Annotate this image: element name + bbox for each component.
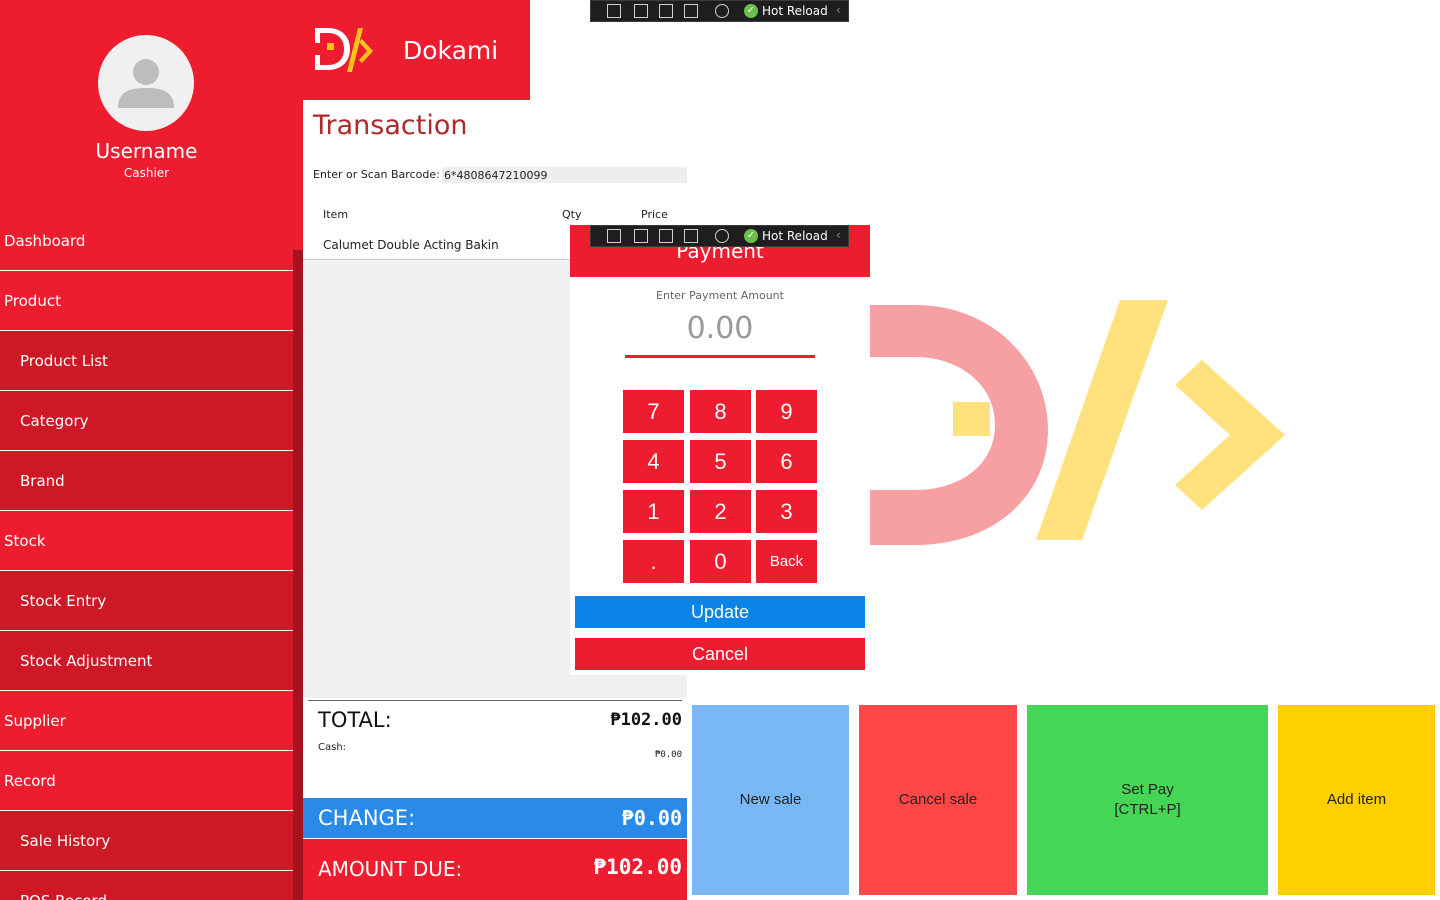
collapse-icon[interactable]: ‹ <box>836 3 841 17</box>
payment-amount-underline <box>625 355 815 358</box>
hot-reload-label[interactable]: Hot Reload <box>762 229 828 243</box>
sidebar-item-brand[interactable]: Brand <box>0 451 293 511</box>
key-0-button[interactable]: 0 <box>690 540 751 583</box>
user-icon <box>118 59 174 108</box>
check-icon: ✓ <box>744 4 758 18</box>
collapse-icon[interactable]: ‹ <box>836 228 841 242</box>
amount-due-value: ₱102.00 <box>593 855 682 879</box>
key-2-button[interactable]: 2 <box>690 490 751 533</box>
user-role: Cashier <box>123 166 170 180</box>
app-header: Dokami <box>303 0 530 100</box>
cash-label: Cash: <box>318 742 347 753</box>
dokami-watermark-icon <box>870 300 1285 545</box>
key-9-button[interactable]: 9 <box>756 390 817 433</box>
set-pay-button[interactable]: Set Pay [CTRL+P] <box>1027 705 1268 895</box>
sidebar-item-stock-entry[interactable]: Stock Entry <box>0 571 293 631</box>
refresh-icon[interactable] <box>715 229 729 243</box>
column-header-qty[interactable]: Qty <box>562 208 581 221</box>
update-button[interactable]: Update <box>575 596 865 628</box>
sidebar-item-sale-history[interactable]: Sale History <box>0 811 293 871</box>
change-value: ₱0.00 <box>621 806 682 830</box>
page-title: Transaction <box>313 110 468 141</box>
column-header-price[interactable]: Price <box>641 208 668 221</box>
add-item-button[interactable]: Add item <box>1278 705 1435 895</box>
debug-toolbar: ✓ Hot Reload ‹ <box>590 0 849 22</box>
key-3-button[interactable]: 3 <box>756 490 817 533</box>
sidebar-item-category[interactable]: Category <box>0 391 293 451</box>
row-item-name: Calumet Double Acting Bakin <box>323 238 499 252</box>
cancel-sale-button[interactable]: Cancel sale <box>859 705 1017 895</box>
select-element-icon[interactable] <box>634 229 648 243</box>
payment-amount-input[interactable]: 0.00 <box>625 311 815 346</box>
live-tree-icon[interactable] <box>607 4 621 18</box>
key-1-button[interactable]: 1 <box>623 490 684 533</box>
sidebar: Username Cashier Dashboard Product Produ… <box>0 0 303 900</box>
amount-due-label: AMOUNT DUE: <box>318 857 463 881</box>
key-back-button[interactable]: Back <box>756 540 817 583</box>
divider <box>308 700 682 701</box>
track-focus-icon[interactable] <box>684 4 698 18</box>
payment-dialog: Payment Enter Payment Amount 0.00 7 8 9 … <box>570 225 870 675</box>
key-decimal-button[interactable]: . <box>623 540 684 583</box>
debug-toolbar-dialog: ✓ Hot Reload ‹ <box>590 225 849 247</box>
cash-value: ₱0.00 <box>654 750 682 760</box>
sidebar-item-pos-record[interactable]: POS Record <box>0 871 293 900</box>
sidebar-nav: Dashboard Product Product List Category … <box>0 211 293 900</box>
refresh-icon[interactable] <box>715 4 729 18</box>
sidebar-item-product[interactable]: Product <box>0 271 293 331</box>
new-sale-button[interactable]: New sale <box>692 705 849 895</box>
sidebar-item-record[interactable]: Record <box>0 751 293 811</box>
total-label: TOTAL: <box>318 708 392 732</box>
check-icon: ✓ <box>744 229 758 243</box>
key-8-button[interactable]: 8 <box>690 390 751 433</box>
username: Username <box>95 139 198 163</box>
live-tree-icon[interactable] <box>607 229 621 243</box>
change-label: CHANGE: <box>318 806 416 830</box>
app-name: Dokami <box>403 36 499 65</box>
sidebar-scrollbar[interactable] <box>293 250 303 900</box>
sidebar-item-stock[interactable]: Stock <box>0 511 293 571</box>
display-layout-icon[interactable] <box>659 229 673 243</box>
key-6-button[interactable]: 6 <box>756 440 817 483</box>
payment-subtitle: Enter Payment Amount <box>656 289 784 302</box>
change-bar: CHANGE: ₱0.00 <box>303 798 687 838</box>
sidebar-item-dashboard[interactable]: Dashboard <box>0 211 293 271</box>
avatar <box>98 35 194 131</box>
display-layout-icon[interactable] <box>659 4 673 18</box>
sidebar-item-supplier[interactable]: Supplier <box>0 691 293 751</box>
barcode-input[interactable] <box>442 167 687 183</box>
cancel-button[interactable]: Cancel <box>575 638 865 670</box>
dokami-logo-icon <box>315 28 373 72</box>
select-element-icon[interactable] <box>634 4 648 18</box>
column-header-item[interactable]: Item <box>323 208 348 221</box>
key-4-button[interactable]: 4 <box>623 440 684 483</box>
sidebar-item-stock-adjustment[interactable]: Stock Adjustment <box>0 631 293 691</box>
total-value: ₱102.00 <box>610 710 682 730</box>
track-focus-icon[interactable] <box>684 229 698 243</box>
sidebar-item-product-list[interactable]: Product List <box>0 331 293 391</box>
key-5-button[interactable]: 5 <box>690 440 751 483</box>
key-7-button[interactable]: 7 <box>623 390 684 433</box>
table-row[interactable]: Calumet Double Acting Bakin <box>303 231 570 260</box>
hot-reload-label[interactable]: Hot Reload <box>762 4 828 18</box>
barcode-label: Enter or Scan Barcode: <box>313 168 440 181</box>
amount-due-bar: AMOUNT DUE: ₱102.00 <box>303 839 687 900</box>
